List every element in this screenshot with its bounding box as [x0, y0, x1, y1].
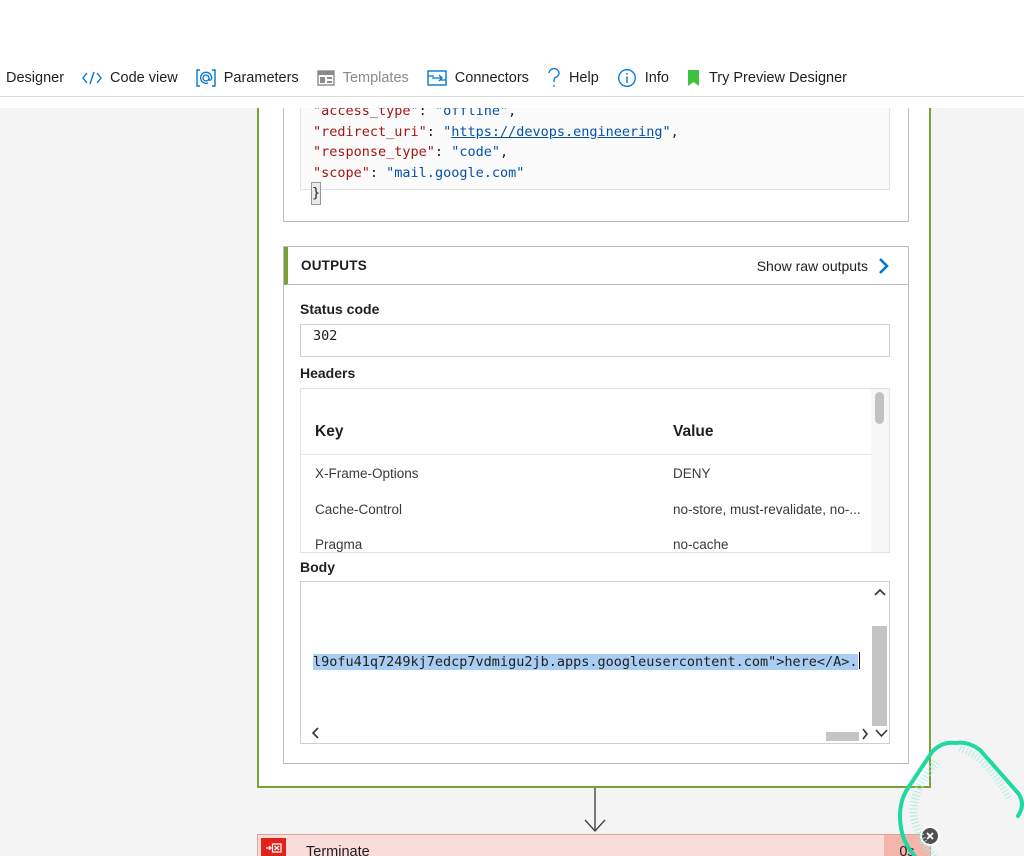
inputs-section: "access_type": "offline", "redirect_uri"… [283, 108, 909, 222]
closing-brace: } [310, 182, 322, 205]
toolbar-try-preview-designer-label: Try Preview Designer [708, 70, 848, 86]
toolbar-code-view-button[interactable]: Code view [82, 70, 178, 86]
headers-scrollbar[interactable] [871, 389, 889, 552]
code-view-icon [82, 71, 102, 85]
status-code-label: Status code [300, 301, 380, 317]
flow-arrow-down-icon [583, 788, 607, 839]
body-text-tail: ">here</A>. [768, 654, 858, 670]
scroll-left-icon[interactable] [311, 726, 321, 743]
outputs-header: OUTPUTS Show raw outputs [284, 247, 908, 285]
scroll-right-icon[interactable] [861, 727, 869, 743]
templates-icon [316, 70, 335, 86]
http-action-card: "access_type": "offline", "redirect_uri"… [257, 108, 931, 788]
body-vertical-scrollbar-thumb[interactable] [872, 626, 887, 726]
headers-divider [301, 454, 873, 455]
terminate-action-card[interactable]: Terminate 0s [257, 834, 931, 856]
body-label: Body [300, 559, 335, 575]
chevron-right-icon [878, 257, 890, 275]
scroll-down-icon[interactable] [875, 726, 888, 743]
toolbar-info-label: Info [644, 70, 669, 86]
code-line-scope: "scope": "mail.google.com" [313, 164, 525, 181]
terminate-label: Terminate [306, 844, 370, 856]
terminate-icon [261, 838, 286, 856]
toolbar-connectors-button[interactable]: Connectors [427, 70, 529, 86]
toolbar-designer-button[interactable]: Designer [6, 70, 64, 86]
info-icon [617, 68, 637, 88]
loading-ring-icon [896, 738, 1024, 856]
headers-table-content: Key Value X-Frame-Options DENY Cache-Con… [301, 389, 873, 552]
code-line-response-type: "response_type": "code", [313, 144, 509, 160]
headers-table[interactable]: Key Value X-Frame-Options DENY Cache-Con… [300, 388, 890, 553]
body-horizontal-scrollbar[interactable] [301, 726, 889, 743]
code-line-redirect-uri: "redirect_uri": "https://devops.engineer… [313, 123, 679, 140]
inputs-code-block: "access_type": "offline", "redirect_uri"… [300, 108, 890, 205]
show-raw-outputs-link[interactable]: Show raw outputs [757, 257, 890, 275]
body-horizontal-scrollbar-thumb[interactable] [826, 732, 859, 741]
code-line-closing: } [301, 182, 889, 205]
help-icon [547, 68, 561, 88]
bookmark-icon [687, 69, 701, 87]
toolbar-templates-button[interactable]: Templates [316, 70, 409, 86]
outputs-section: OUTPUTS Show raw outputs Status code 302… [283, 246, 909, 764]
body-content: l9ofu41q7249kj7edcp7vdmigu2jb.apps.googl… [313, 652, 861, 671]
toolbar-code-view-label: Code view [110, 70, 178, 86]
toolbar-try-preview-designer-button[interactable]: Try Preview Designer [687, 69, 847, 87]
toolbar-info-button[interactable]: Info [617, 68, 669, 88]
toolbar-help-button[interactable]: Help [547, 68, 599, 88]
code-line-access-type: "access_type": "offline", [313, 108, 517, 119]
body-text-area[interactable]: l9ofu41q7249kj7edcp7vdmigu2jb.apps.googl… [300, 581, 890, 744]
status-code-field[interactable]: 302 [300, 324, 890, 357]
toolbar-designer-label: Designer [6, 70, 65, 86]
designer-canvas: "access_type": "offline", "redirect_uri"… [0, 108, 1024, 856]
toolbar-parameters-button[interactable]: Parameters [196, 69, 299, 87]
toolbar-templates-label: Templates [342, 70, 409, 86]
show-raw-outputs-label: Show raw outputs [756, 257, 868, 274]
value-column-header: Value [673, 423, 714, 440]
designer-toolbar: Designer Code view Parameters Templates … [0, 60, 1024, 97]
text-caret [858, 652, 861, 669]
connectors-icon [427, 70, 447, 86]
scroll-up-icon[interactable] [874, 584, 886, 602]
outputs-title: OUTPUTS [301, 258, 367, 273]
toolbar-help-label: Help [568, 70, 599, 86]
body-vertical-scrollbar[interactable] [871, 582, 889, 727]
toolbar-connectors-label: Connectors [454, 70, 529, 86]
headers-label: Headers [300, 365, 356, 381]
selected-body-text: l9ofu41q7249kj7edcp7vdmigu2jb.apps.googl… [313, 654, 769, 670]
key-column-header: Key [315, 423, 344, 440]
parameters-icon [196, 69, 216, 87]
headers-scrollbar-thumb[interactable] [875, 392, 884, 424]
redirect-uri-link[interactable]: https://devops.engineering [451, 124, 662, 140]
toolbar-parameters-label: Parameters [223, 70, 299, 86]
